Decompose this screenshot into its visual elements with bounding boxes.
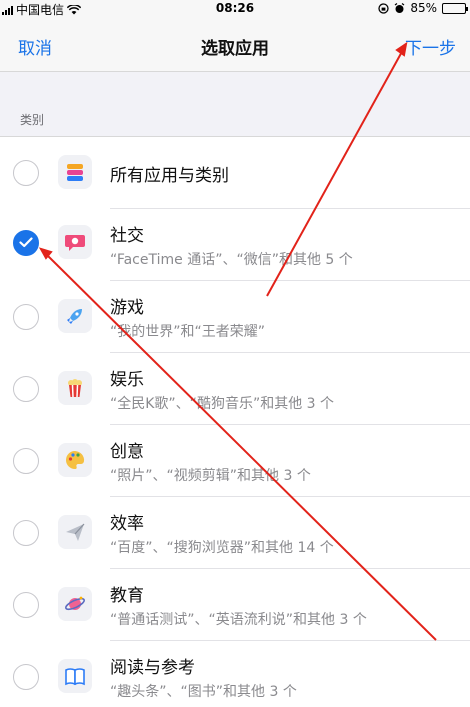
category-row-reading[interactable]: 阅读与参考 “趣头条”、“图书”和其他 3 个: [0, 641, 470, 707]
paper-plane-icon: [58, 515, 92, 549]
checkmark-icon: [19, 237, 33, 248]
category-subtitle: “我的世界”和“王者荣耀”: [110, 324, 266, 340]
select-radio[interactable]: [13, 304, 39, 330]
category-title: 阅读与参考: [110, 658, 195, 678]
category-title: 娱乐: [110, 370, 144, 390]
category-title: 效率: [110, 514, 144, 534]
category-title: 创意: [110, 442, 144, 462]
select-radio[interactable]: [13, 160, 39, 186]
rocket-icon: [58, 299, 92, 333]
category-title: 游戏: [110, 298, 144, 318]
palette-icon: [58, 443, 92, 477]
category-row-social[interactable]: 社交 “FaceTime 通话”、“微信”和其他 5 个: [0, 209, 470, 281]
section-header: 类别: [20, 113, 45, 127]
category-subtitle: “照片”、“视频剪辑”和其他 3 个: [110, 468, 311, 484]
page-title: 选取应用: [201, 39, 269, 59]
popcorn-icon: [58, 371, 92, 405]
chat-bubble-icon: [58, 225, 92, 259]
category-subtitle: “百度”、“搜狗浏览器”和其他 14 个: [110, 540, 334, 556]
category-subtitle: “FaceTime 通话”、“微信”和其他 5 个: [110, 252, 353, 268]
stack-icon: [58, 155, 92, 189]
status-bar: 中国电信 08:26 85%: [0, 0, 470, 18]
select-radio-checked[interactable]: [13, 230, 39, 256]
category-subtitle: “普通话测试”、“英语流利说”和其他 3 个: [110, 612, 367, 628]
category-row-education[interactable]: 教育 “普通话测试”、“英语流利说”和其他 3 个: [0, 569, 470, 641]
select-radio[interactable]: [13, 448, 39, 474]
select-radio[interactable]: [13, 592, 39, 618]
battery-icon: [442, 2, 468, 14]
next-button[interactable]: 下一步: [405, 34, 456, 59]
category-title: 社交: [110, 226, 144, 246]
status-right: 85%: [378, 1, 468, 15]
category-title: 所有应用与类别: [110, 166, 229, 186]
category-row-entertainment[interactable]: 娱乐 “全民K歌”、“酷狗音乐”和其他 3 个: [0, 353, 470, 425]
planet-icon: [58, 587, 92, 621]
select-radio[interactable]: [13, 520, 39, 546]
category-title: 教育: [110, 586, 144, 606]
category-subtitle: “趣头条”、“图书”和其他 3 个: [110, 684, 297, 700]
category-subtitle: “全民K歌”、“酷狗音乐”和其他 3 个: [110, 396, 334, 412]
navigation-bar: 取消 选取应用 下一步: [0, 18, 470, 72]
select-radio[interactable]: [13, 664, 39, 690]
select-radio[interactable]: [13, 376, 39, 402]
category-row-games[interactable]: 游戏 “我的世界”和“王者荣耀”: [0, 281, 470, 353]
category-row-creativity[interactable]: 创意 “照片”、“视频剪辑”和其他 3 个: [0, 425, 470, 497]
rotation-lock-icon: [378, 2, 389, 14]
alarm-icon: [394, 2, 405, 13]
book-icon: [58, 659, 92, 693]
battery-percent: 85%: [410, 1, 437, 15]
category-list: 所有应用与类别 社交 “FaceTime 通话”、“微信”和其他 5 个 游戏 …: [0, 136, 470, 707]
category-row-all[interactable]: 所有应用与类别: [0, 137, 470, 209]
category-row-productivity[interactable]: 效率 “百度”、“搜狗浏览器”和其他 14 个: [0, 497, 470, 569]
